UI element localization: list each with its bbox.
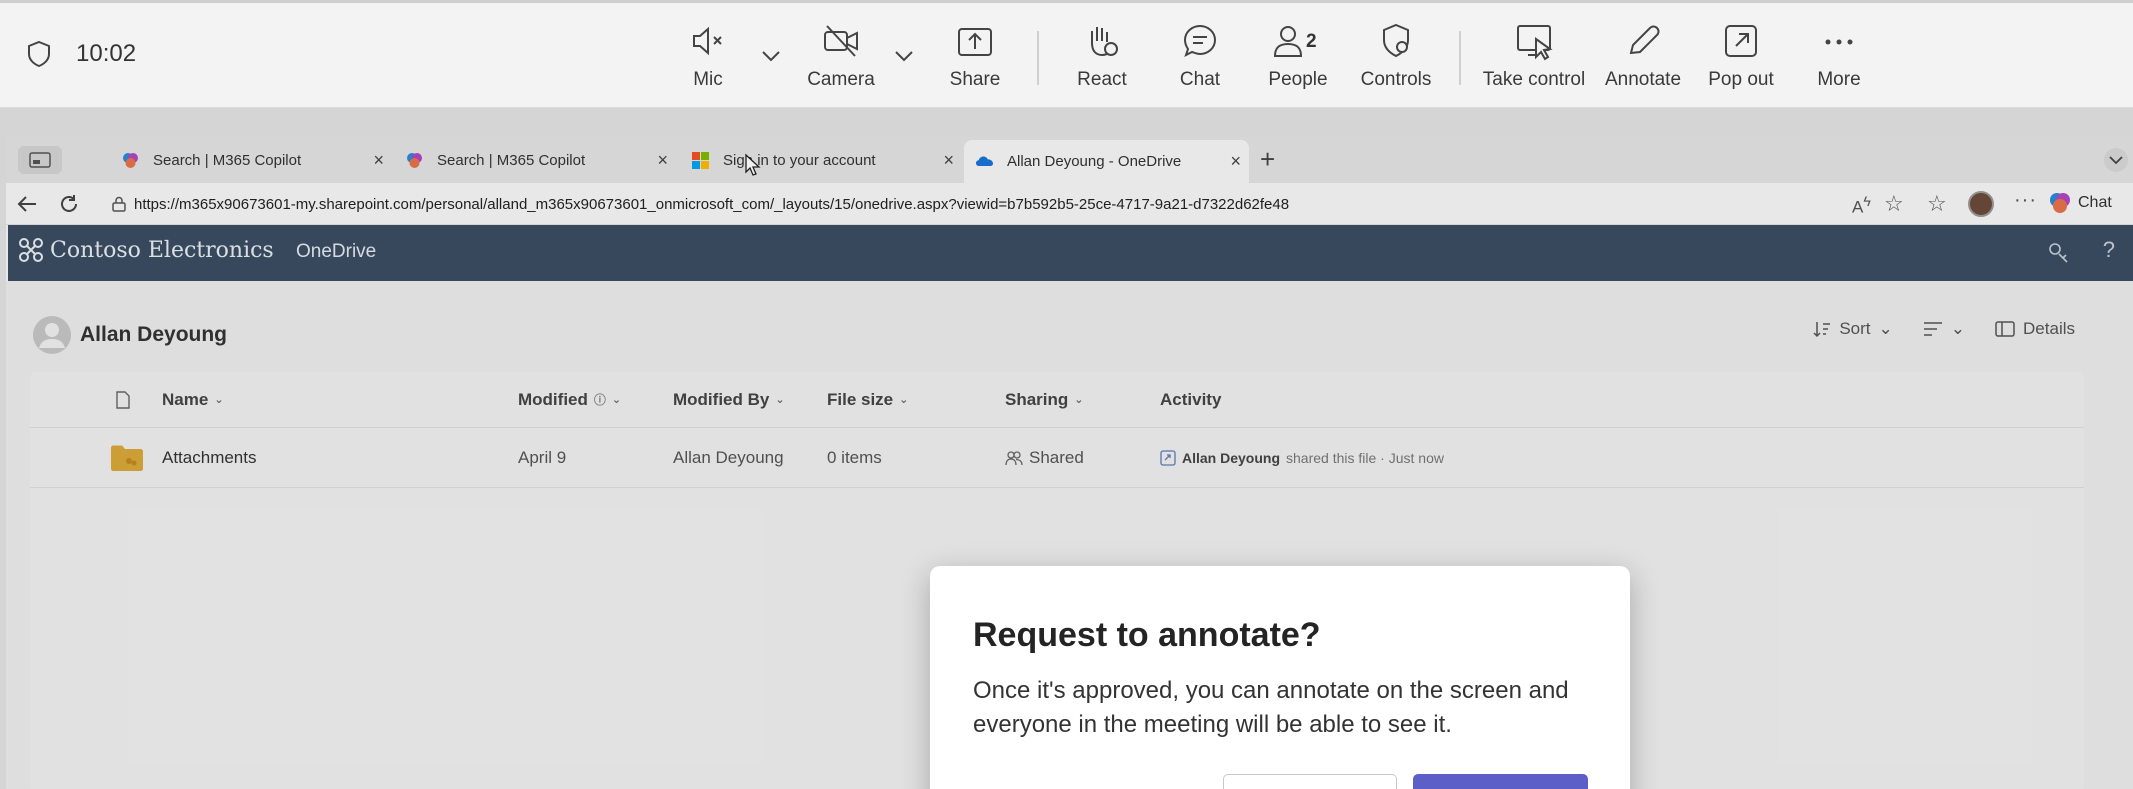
chat-button[interactable]: Chat	[1145, 21, 1255, 91]
react-label: React	[1077, 69, 1127, 90]
annotate-button[interactable]: Annotate	[1588, 21, 1698, 91]
share-icon	[958, 28, 992, 56]
people-icon	[1273, 26, 1303, 57]
controls-label: Controls	[1360, 69, 1432, 90]
chat-icon	[1183, 24, 1217, 57]
pen-icon	[1629, 25, 1660, 55]
raise-hand-icon	[1091, 27, 1118, 57]
mic-muted-icon	[693, 26, 722, 56]
shield-settings-icon	[1383, 23, 1409, 58]
shield-icon	[28, 40, 50, 68]
pop-out-button[interactable]: Pop out	[1686, 21, 1796, 91]
people-count: 2	[1306, 31, 1317, 52]
toolbar-divider	[1459, 31, 1461, 85]
take-control-label: Take control	[1482, 69, 1586, 90]
camera-off-icon	[824, 25, 858, 57]
dialog-title: Request to annotate?	[973, 616, 1321, 654]
share-button[interactable]: Share	[920, 21, 1030, 91]
controls-button[interactable]: Controls	[1341, 21, 1451, 91]
camera-options-chevron-icon[interactable]	[893, 49, 915, 63]
mic-label: Mic	[693, 69, 723, 90]
toolbar-divider	[1037, 31, 1039, 85]
cancel-button[interactable]	[1223, 774, 1397, 789]
more-button[interactable]: More	[1784, 21, 1894, 91]
camera-label: Camera	[807, 69, 875, 90]
meeting-timer: 10:02	[76, 40, 137, 67]
take-control-button[interactable]: Take control	[1478, 21, 1590, 91]
dialog-body: Once it's approved, you can annotate on …	[973, 677, 1569, 738]
pop-out-label: Pop out	[1708, 69, 1774, 90]
people-button[interactable]: 2 People	[1243, 21, 1353, 91]
meeting-toolbar: 10:02 Mic Camera Share React Chat 2 Peop…	[0, 0, 2133, 108]
mic-button[interactable]: Mic	[653, 21, 763, 91]
annotate-label: Annotate	[1604, 69, 1682, 90]
request-annotate-dialog: Request to annotate? Once it's approved,…	[930, 566, 1630, 789]
share-label: Share	[949, 69, 1001, 90]
take-control-icon	[1517, 25, 1553, 61]
camera-button[interactable]: Camera	[786, 21, 896, 91]
people-label: People	[1268, 69, 1328, 90]
react-button[interactable]: React	[1047, 21, 1157, 91]
meeting-status: 10:02	[24, 39, 136, 69]
request-button[interactable]	[1413, 774, 1588, 789]
mic-options-chevron-icon[interactable]	[760, 49, 782, 63]
chat-label: Chat	[1179, 69, 1221, 90]
more-icon	[1825, 39, 1853, 45]
more-label: More	[1817, 69, 1861, 90]
pop-out-icon	[1725, 25, 1757, 57]
